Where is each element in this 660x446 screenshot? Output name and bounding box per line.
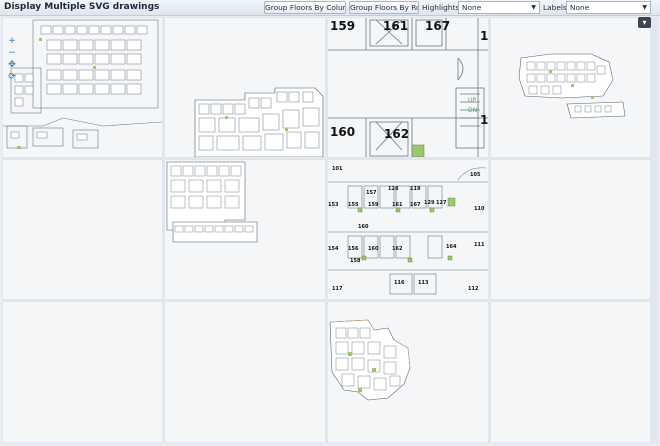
floor-panel-8[interactable] <box>491 160 650 299</box>
floor-panel-10[interactable] <box>165 302 325 442</box>
room-label: 111 <box>474 242 485 248</box>
highlights-select[interactable]: None ▼ <box>458 1 540 14</box>
room-label: 162 <box>392 246 403 252</box>
floor-panel-3[interactable]: 159 161 167 1 160 162 1 UP DN <box>328 18 488 157</box>
floor-panel-12[interactable] <box>491 302 650 442</box>
room-label: 161 <box>383 19 408 33</box>
door-marker <box>411 144 425 157</box>
room-label: 119 <box>410 186 421 192</box>
floor-panel-9[interactable] <box>3 302 162 442</box>
floor-panel-1[interactable]: + − ✥ ⟳ <box>3 18 162 157</box>
room-label: 117 <box>332 286 343 292</box>
chevron-down-icon: ▼ <box>642 4 647 11</box>
floor-plan-drawing <box>329 319 411 401</box>
highlights-select-value: None <box>462 3 482 12</box>
room-label: 1 <box>480 29 488 43</box>
room-label: 162 <box>384 127 409 141</box>
labels-select[interactable]: None ▼ <box>566 1 651 14</box>
floor-panel-2[interactable] <box>165 18 325 157</box>
floor-plan-drawing: 101 157 128 119 105 153 155 159 161 167 … <box>328 166 488 295</box>
minus-icon[interactable]: − <box>7 48 17 58</box>
room-label: 154 <box>328 246 339 252</box>
toolbar: Display Multiple SVG drawings Group Floo… <box>0 0 660 16</box>
zoom-toolbar: + − ✥ ⟳ <box>7 36 19 84</box>
floor-plan-drawing <box>518 53 626 119</box>
floor-plan-drawing <box>194 87 324 157</box>
collapse-icon[interactable]: ▾ <box>638 17 651 28</box>
stair-up-label: UP <box>468 97 476 104</box>
room-label: 161 <box>392 202 403 208</box>
room-label: 112 <box>468 286 479 292</box>
room-label: 1 <box>480 113 488 127</box>
group-floors-by-row-button[interactable]: Group Floors By Row <box>349 1 419 14</box>
room-label: 101 <box>332 166 343 172</box>
room-label: 110 <box>474 206 485 212</box>
room-label: 167 <box>425 19 450 33</box>
room-label: 116 <box>394 280 405 286</box>
room-label: 105 <box>470 172 481 178</box>
drawings-grid: + − ✥ ⟳ 159 161 167 1 160 162 1 UP DN 10… <box>2 17 658 443</box>
room-label: 127 <box>436 200 447 206</box>
labels-select-value: None <box>570 3 590 12</box>
floor-panel-5[interactable] <box>3 160 162 299</box>
room-label: 159 <box>368 202 379 208</box>
floor-panel-7[interactable]: 101 157 128 119 105 153 155 159 161 167 … <box>328 160 488 299</box>
pan-icon[interactable]: ✥ <box>7 60 17 70</box>
group-floors-by-column-button[interactable]: Group Floors By Column <box>264 1 346 14</box>
floor-panel-4[interactable] <box>491 18 650 157</box>
app-title: Display Multiple SVG drawings <box>4 2 160 12</box>
chevron-down-icon: ▼ <box>531 4 536 11</box>
reset-icon[interactable]: ⟳ <box>7 72 17 82</box>
stair-down-label: DN <box>468 107 477 114</box>
floor-panel-6[interactable] <box>165 160 325 299</box>
room-label: 113 <box>418 280 429 286</box>
room-label: 164 <box>446 244 457 250</box>
room-label: 160 <box>330 125 355 139</box>
room-label: 158 <box>350 258 361 264</box>
room-label: 128 <box>388 186 399 192</box>
room-label: 156 <box>348 246 359 252</box>
room-label: 160 <box>368 246 379 252</box>
plus-icon[interactable]: + <box>7 36 17 46</box>
highlights-label: Highlights: <box>422 3 462 12</box>
room-label: 159 <box>330 19 355 33</box>
room-label: 153 <box>328 202 339 208</box>
room-label: 129 <box>424 200 435 206</box>
floor-panel-11[interactable] <box>328 302 488 442</box>
room-label: 157 <box>366 190 377 196</box>
room-label: 167 <box>410 202 421 208</box>
floor-plan-drawing <box>3 19 162 149</box>
room-label: 155 <box>348 202 359 208</box>
floor-plan-drawing <box>166 161 258 243</box>
floor-plan-drawing: 159 161 167 1 160 162 1 UP DN <box>328 18 488 157</box>
room-label: 160 <box>358 224 369 230</box>
